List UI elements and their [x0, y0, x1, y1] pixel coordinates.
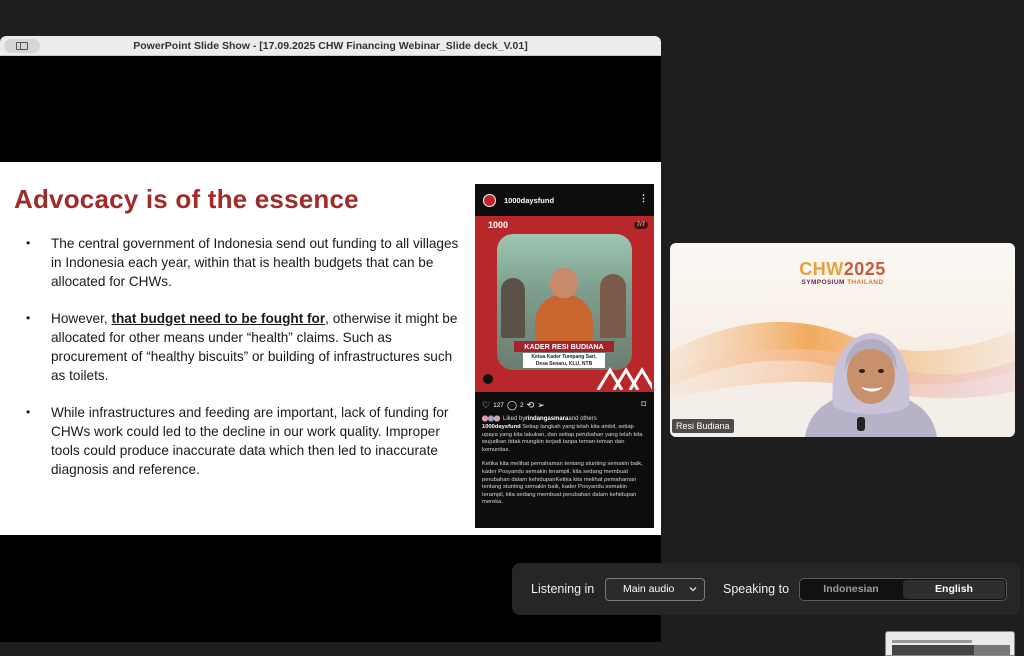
bullet-text: While infrastructures and feeding are im… [51, 405, 449, 477]
liker-avatars [482, 415, 500, 422]
background-person [600, 274, 626, 338]
account-username: 1000daysfund [504, 195, 555, 205]
liked-suffix: and others [568, 415, 597, 422]
heart-icon: ♡ [482, 400, 491, 410]
post-caption: 1000daysfund Setiap langkah yang telah k… [482, 424, 649, 514]
bullet-item: While infrastructures and feeding are im… [26, 403, 466, 479]
language-option-english[interactable]: English [903, 580, 1005, 599]
carousel-count: 7/7 [633, 221, 648, 229]
like-count: 127 [493, 402, 504, 409]
caption-text: Ketika kita melihat pemahaman tentang st… [482, 461, 643, 506]
chevron-down-icon [689, 587, 697, 592]
repost-icon: ⟲ [526, 400, 535, 410]
background-person [501, 278, 525, 338]
window-titlebar: PowerPoint Slide Show - [17.09.2025 CHW … [0, 36, 661, 56]
slideshow-window: PowerPoint Slide Show - [17.09.2025 CHW … [0, 36, 661, 642]
logo-country: THAILAND [847, 279, 884, 286]
comment-count: 2 [520, 402, 524, 409]
sidebar-icon [16, 42, 28, 50]
logo-sub: SYMPOSIUM [801, 279, 845, 286]
language-option-indonesian[interactable]: Indonesian [800, 579, 902, 600]
instagram-header: 1000daysfund ⋮ [475, 184, 654, 216]
listening-audio-value: Main audio [623, 583, 675, 595]
liked-prefix: Liked by [503, 415, 526, 422]
presenter [795, 325, 945, 437]
screen: PowerPoint Slide Show - [17.09.2025 CHW … [0, 0, 1024, 656]
post-media: 1000 7/7 KADER RESI BUDIANA Ketua Kader … [475, 216, 654, 392]
bullet-text: However, [51, 311, 112, 326]
liked-by: Liked by rindangasmara and others [482, 415, 597, 422]
bookmark-icon: ⌑ [641, 399, 646, 409]
bullet-item: However, that budget need to be fought f… [26, 309, 466, 385]
post-actions: ♡ 127 ◯ 2 ⟲ ➢ [482, 400, 545, 411]
instagram-post-image: 1000daysfund ⋮ 1000 7/7 KADER RESI BUDIA… [475, 184, 654, 528]
self-view-thumbnail[interactable] [885, 631, 1015, 656]
featured-person [535, 268, 593, 350]
sidebar-toggle-button[interactable] [4, 39, 40, 53]
share-icon: ➢ [537, 400, 545, 410]
presenter-figure [805, 333, 937, 437]
slide: Advocacy is of the essence The central g… [0, 162, 661, 535]
decorative-chevrons-icon [596, 367, 652, 390]
caption-user: 1000daysfund [482, 424, 521, 430]
bullet-text: The central government of Indonesia send… [51, 236, 459, 289]
interpretation-bar: Listening in Main audio Speaking to Indo… [512, 563, 1020, 615]
brand-logo: 1000 [488, 220, 509, 230]
bullet-emphasis: that budget need to be fought for [111, 311, 326, 326]
subtitle-line: Ketua Kader Tumpang Sari, [531, 354, 597, 360]
listening-audio-select[interactable]: Main audio [605, 578, 705, 601]
bullet-item: The central government of Indonesia send… [26, 234, 466, 291]
participant-name-tag: Resi Budiana [672, 419, 734, 433]
more-options-icon: ⋮ [639, 193, 648, 203]
window-title: PowerPoint Slide Show - [17.09.2025 CHW … [133, 40, 528, 52]
participant-video-tile[interactable]: CHW2025 SYMPOSIUM THAILAND Resi Budiana [670, 243, 1015, 437]
bullet-list: The central government of Indonesia send… [26, 234, 466, 497]
tag-icon [483, 374, 493, 384]
comment-icon: ◯ [506, 400, 518, 410]
logo-main: CHW [799, 259, 844, 279]
liked-user: rindangasmara [525, 415, 569, 422]
speaking-label: Speaking to [723, 582, 790, 596]
account-avatar [483, 193, 496, 207]
slide-title: Advocacy is of the essence [14, 184, 359, 214]
listening-label: Listening in [531, 582, 595, 596]
post-banner-title: KADER RESI BUDIANA [514, 341, 614, 352]
logo-year: 2025 [843, 259, 886, 279]
speaking-language-toggle: Indonesian English [799, 578, 1007, 601]
event-logo: CHW2025 SYMPOSIUM THAILAND [670, 259, 1015, 286]
